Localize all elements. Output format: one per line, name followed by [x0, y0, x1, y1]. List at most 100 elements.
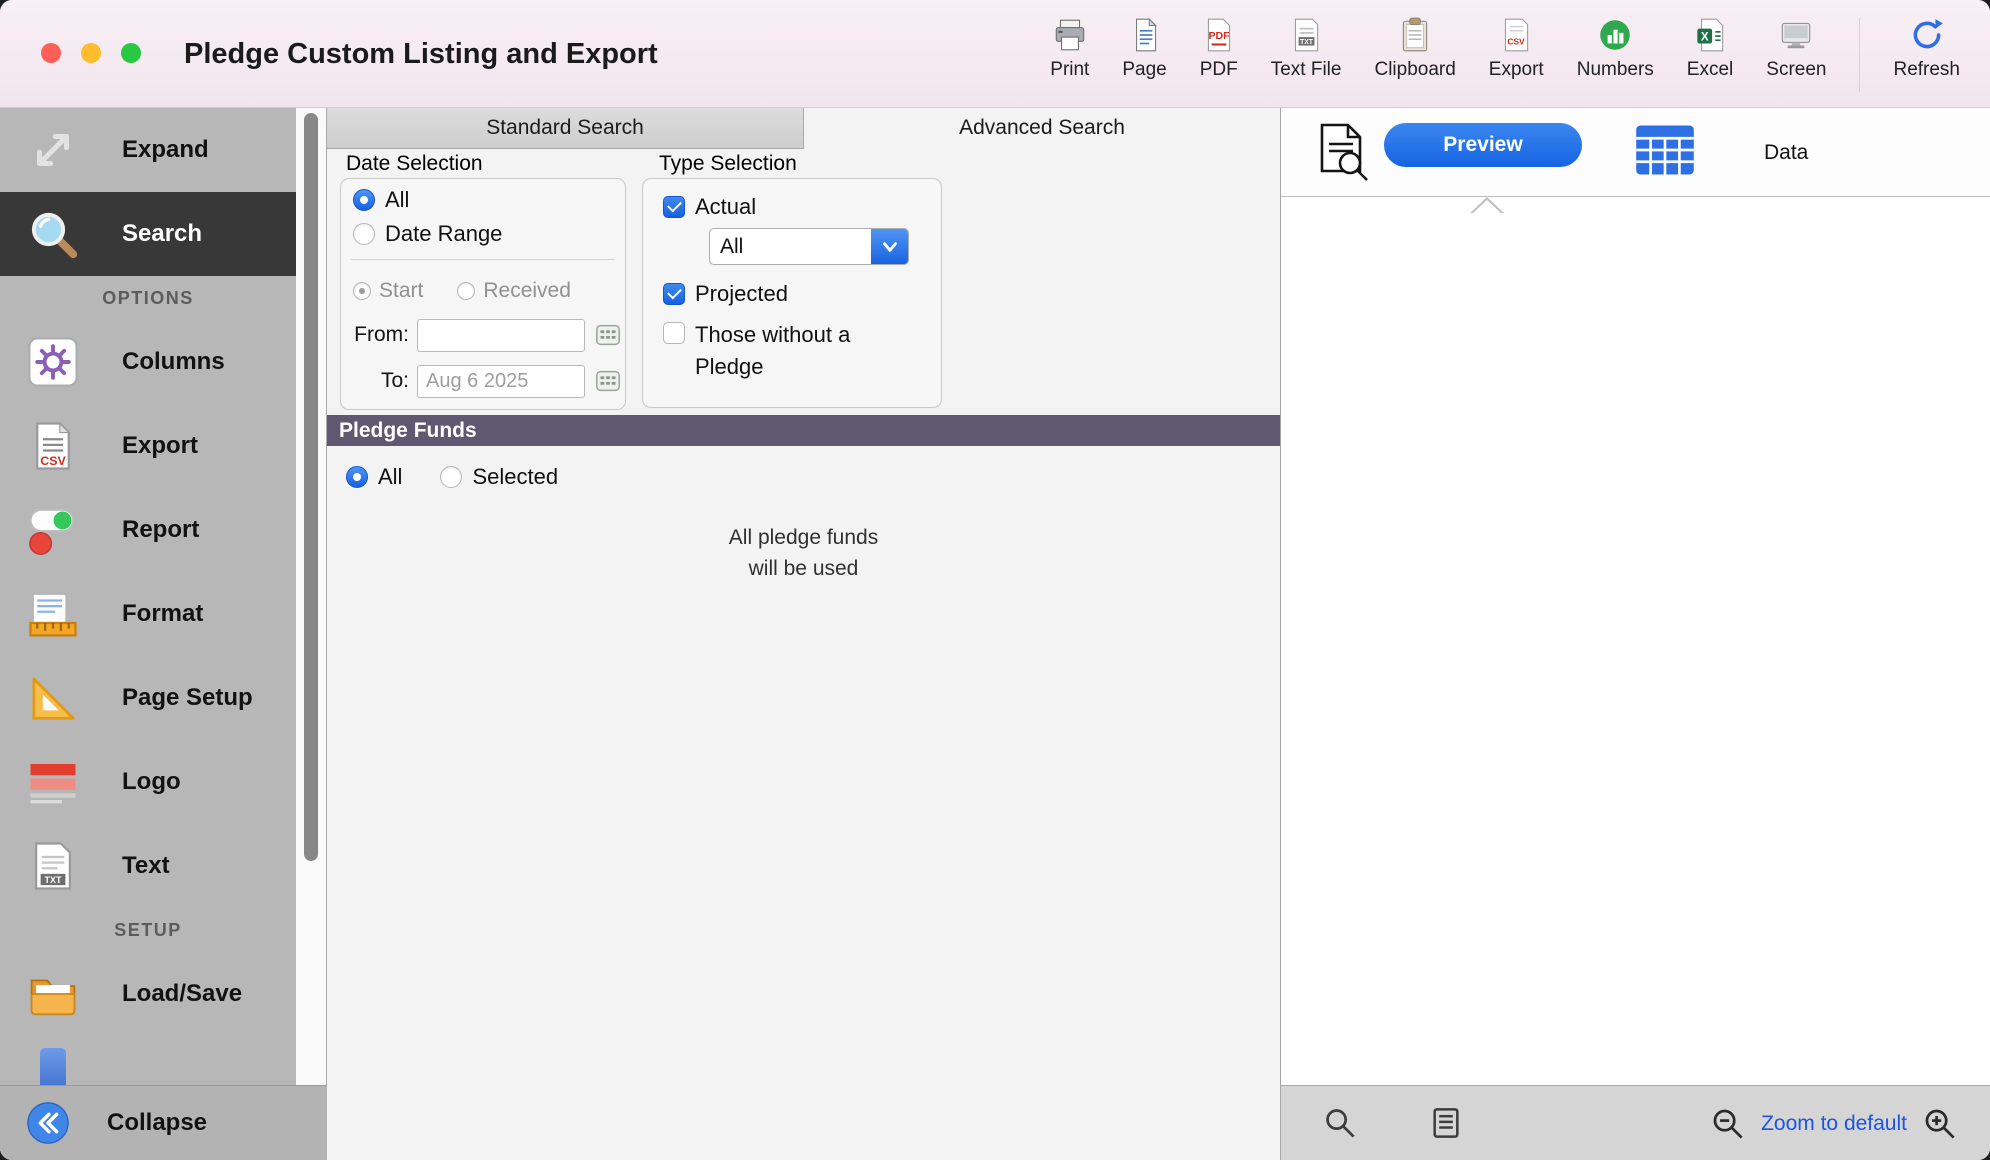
toolbar-screen-button[interactable]: Screen: [1766, 16, 1826, 81]
calendar-icon: [594, 321, 622, 349]
screen-icon: [1777, 16, 1815, 54]
csv-file-icon: CSV: [24, 417, 82, 475]
actual-filter-dropdown[interactable]: All: [709, 228, 909, 265]
zoom-out-icon[interactable]: [1711, 1107, 1745, 1141]
excel-icon: X: [1691, 16, 1729, 54]
sidebar-item-text[interactable]: TXT Text: [0, 824, 296, 908]
collapse-chevrons-icon: [25, 1100, 71, 1146]
sidebar-item-page-setup[interactable]: Page Setup: [0, 656, 296, 740]
from-date-input[interactable]: [417, 319, 585, 352]
toolbar-print-button[interactable]: Print: [1050, 16, 1089, 81]
date-range-radio[interactable]: Date Range: [353, 217, 502, 251]
preview-header: Preview Data: [1281, 108, 1990, 197]
toolbar-excel-button[interactable]: X Excel: [1687, 16, 1733, 81]
projected-checkbox[interactable]: Projected: [663, 278, 788, 310]
data-tab-label[interactable]: Data: [1764, 108, 1808, 197]
page-icon: [1126, 16, 1164, 54]
to-label: To:: [347, 369, 409, 393]
tab-advanced-search[interactable]: Advanced Search: [804, 108, 1280, 149]
toolbar-clipboard-button[interactable]: Clipboard: [1374, 16, 1455, 81]
svg-text:TXT: TXT: [1300, 39, 1314, 46]
start-radio[interactable]: Start: [353, 279, 423, 303]
sidebar-item-export[interactable]: CSV Export: [0, 404, 296, 488]
sidebar-list: Expand Search OPTIONS: [0, 108, 296, 1085]
clipboard-icon: [1396, 16, 1434, 54]
zoom-to-default-link[interactable]: Zoom to default: [1761, 1112, 1907, 1136]
stripes-icon: [24, 753, 82, 811]
from-label: From:: [347, 323, 409, 347]
svg-text:PDF: PDF: [1208, 30, 1230, 42]
txt-file-icon: TXT: [24, 837, 82, 895]
received-radio[interactable]: Received: [457, 279, 571, 303]
checkbox-icon: [663, 283, 685, 305]
csv-export-icon: CSV: [1497, 16, 1535, 54]
sidebar-scrollbar-thumb[interactable]: [304, 113, 318, 861]
titlebar: Pledge Custom Listing and Export Print: [0, 0, 1990, 108]
table-grid-icon[interactable]: [1633, 122, 1697, 178]
radio-icon: [457, 282, 475, 300]
app-window: Pledge Custom Listing and Export Print: [0, 0, 1990, 1160]
sidebar-item-report[interactable]: Report: [0, 488, 296, 572]
toolbar-export-button[interactable]: CSV Export: [1489, 16, 1544, 81]
chevron-down-icon: [871, 229, 908, 264]
divider: [351, 259, 615, 260]
svg-text:X: X: [1701, 30, 1709, 43]
svg-text:CSV: CSV: [40, 454, 66, 468]
sidebar-item-search[interactable]: Search: [0, 192, 296, 276]
text-view-icon[interactable]: [1429, 1106, 1463, 1140]
minimize-button[interactable]: [81, 43, 101, 63]
magnifier-icon[interactable]: [1323, 1106, 1357, 1140]
collapse-button[interactable]: Collapse: [0, 1085, 327, 1160]
to-date-picker-button[interactable]: [593, 366, 623, 396]
sidebar-item-load-save[interactable]: Load/Save: [0, 952, 296, 1036]
svg-text:TXT: TXT: [45, 875, 63, 885]
toolbar-pdf-button[interactable]: PDF PDF: [1200, 16, 1238, 81]
preview-document-magnifier-icon[interactable]: [1312, 121, 1372, 183]
date-selection-title: Date Selection: [346, 152, 483, 176]
pledge-funds-note: All pledge funds will be used: [327, 522, 1280, 584]
toolbar-numbers-button[interactable]: Numbers: [1577, 16, 1654, 81]
printer-icon: [1051, 16, 1089, 54]
zoom-button[interactable]: [121, 43, 141, 63]
traffic-lights: [41, 43, 141, 63]
pledge-funds-radios: All Selected: [346, 464, 558, 490]
gear-icon: [24, 333, 82, 391]
checkbox-icon: [663, 196, 685, 218]
radio-icon: [440, 466, 462, 488]
tab-standard-search[interactable]: Standard Search: [327, 108, 804, 149]
sidebar-item-logo[interactable]: Logo: [0, 740, 296, 824]
sidebar-item-expand[interactable]: Expand: [0, 108, 296, 192]
partially-visible-sidebar-icon: [40, 1048, 66, 1085]
svg-text:CSV: CSV: [1508, 37, 1526, 47]
text-file-icon: TXT: [1287, 16, 1325, 54]
sidebar-section-setup: SETUP: [0, 908, 296, 952]
to-date-input[interactable]: [417, 365, 585, 398]
preview-button[interactable]: Preview: [1384, 123, 1582, 167]
type-selection-title: Type Selection: [659, 152, 797, 176]
radio-icon: [353, 189, 375, 211]
sidebar-item-columns[interactable]: Columns: [0, 320, 296, 404]
zoom-in-icon[interactable]: [1923, 1107, 1957, 1141]
date-all-radio[interactable]: All: [353, 183, 409, 217]
numbers-chart-icon: [1596, 16, 1634, 54]
without-pledge-checkbox[interactable]: Those without a Pledge: [663, 319, 880, 383]
sidebar-section-options: OPTIONS: [0, 276, 296, 320]
toolbar-refresh-button[interactable]: Refresh: [1893, 16, 1960, 81]
toolbar-separator: [1859, 18, 1860, 92]
toolbar-page-button[interactable]: Page: [1122, 16, 1166, 81]
set-square-icon: [24, 669, 82, 727]
actual-checkbox[interactable]: Actual: [663, 191, 756, 223]
search-icon: [24, 205, 82, 263]
folder-icon: [24, 965, 82, 1023]
close-button[interactable]: [41, 43, 61, 63]
preview-panel: Preview Data Zoo: [1280, 108, 1990, 1160]
from-date-picker-button[interactable]: [593, 320, 623, 350]
type-selection-group: Actual All Projected Those without a Ple…: [642, 178, 942, 408]
toolbar-text-file-button[interactable]: TXT Text File: [1271, 16, 1342, 81]
pledge-selected-radio[interactable]: Selected: [440, 464, 558, 490]
radio-icon: [353, 282, 371, 300]
pledge-all-radio[interactable]: All: [346, 464, 402, 490]
radio-icon: [346, 466, 368, 488]
sidebar: Expand Search OPTIONS: [0, 108, 296, 1160]
sidebar-item-format[interactable]: Format: [0, 572, 296, 656]
